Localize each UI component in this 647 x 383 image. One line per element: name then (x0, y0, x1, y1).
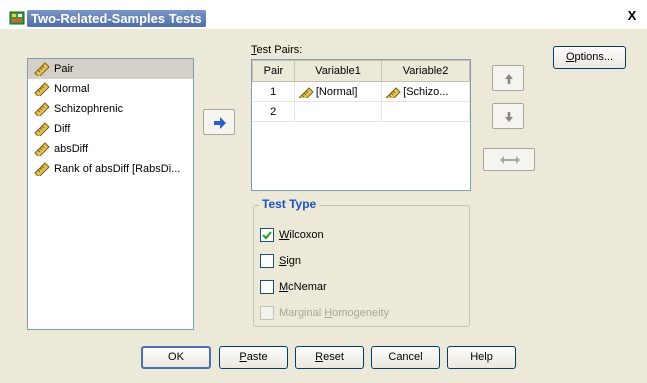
arrow-right-icon (214, 117, 226, 129)
pair-variable1-cell[interactable] (294, 101, 383, 122)
sign-label: Sign (279, 255, 302, 267)
cancel-button[interactable]: Cancel (371, 346, 440, 369)
swap-horizontal-icon (500, 156, 520, 164)
variable-label: Schizophrenic (54, 103, 124, 115)
variable-label: absDiff (54, 143, 89, 155)
options-button[interactable]: Options... (553, 46, 626, 69)
pair-variable1: [Normal] (315, 85, 358, 98)
ruler-scale-icon (298, 86, 314, 98)
wilcoxon-label: Wilcoxon (279, 229, 324, 241)
pair-row[interactable]: 2 (252, 101, 470, 122)
variable-list-item[interactable]: Rank of absDiff [RabsDi... (28, 159, 193, 179)
variable-list-item[interactable]: Pair (28, 59, 193, 79)
ruler-scale-icon (34, 62, 50, 76)
pair-variable2-cell[interactable] (381, 101, 470, 122)
variable-label: Rank of absDiff [RabsDi... (54, 163, 181, 175)
pair-number[interactable]: 1 (252, 81, 295, 102)
test-pairs-grid[interactable]: Pair Variable1 Variable2 1 [Normal] [Sch… (251, 59, 471, 191)
variable-label: Pair (54, 63, 74, 75)
arrow-down-icon (505, 112, 513, 122)
variable-list-item[interactable]: Normal (28, 79, 193, 99)
ruler-scale-icon (34, 142, 50, 156)
ok-button[interactable]: OK (141, 346, 211, 369)
spss-dialog-icon (9, 11, 25, 25)
arrow-up-icon (505, 74, 513, 84)
reset-button[interactable]: Reset (295, 346, 364, 369)
variable-list-item[interactable]: Schizophrenic (28, 99, 193, 119)
variable-list-item[interactable]: Diff (28, 119, 193, 139)
pair-variable2-cell[interactable]: [Schizo... (381, 81, 470, 102)
mcnemar-checkbox[interactable] (260, 280, 274, 294)
move-pair-up-button[interactable] (492, 65, 524, 91)
marginal-homogeneity-label: Marginal Homogeneity (279, 307, 390, 319)
test-type-title: Test Type (259, 197, 320, 211)
close-button[interactable]: X (625, 9, 639, 23)
paste-button[interactable]: Paste (219, 346, 288, 369)
wilcoxon-checkbox[interactable] (260, 228, 274, 242)
column-header-variable1[interactable]: Variable1 (293, 60, 383, 82)
pair-variable1-cell[interactable]: [Normal] (294, 81, 383, 102)
move-variables-button[interactable] (203, 109, 235, 135)
checkmark-icon (262, 231, 272, 240)
variable-label: Diff (54, 123, 71, 135)
ruler-scale-icon (34, 82, 50, 96)
column-header-variable2[interactable]: Variable2 (381, 60, 470, 82)
pair-row[interactable]: 1 [Normal] [Schizo... (252, 81, 470, 102)
move-pair-down-button[interactable] (492, 103, 524, 129)
help-button[interactable]: Help (447, 346, 516, 369)
ruler-scale-icon (34, 122, 50, 136)
variable-label: Normal (54, 83, 90, 95)
variable-list-item[interactable]: absDiff (28, 139, 193, 159)
pair-number[interactable]: 2 (252, 101, 295, 122)
test-pairs-label: Test Pairs: (251, 44, 303, 56)
pair-variable2: [Schizo... (403, 85, 449, 98)
two-related-samples-dialog: Two-Related-Samples Tests X Pair Normal Sc… (0, 0, 647, 383)
source-variable-list[interactable]: Pair Normal Schizophrenic Diff absDiff Rank o… (27, 58, 194, 330)
ruler-scale-icon (385, 86, 401, 98)
ruler-scale-icon (34, 162, 50, 176)
swap-pair-button[interactable] (483, 148, 535, 171)
sign-checkbox[interactable] (260, 254, 274, 268)
ruler-scale-icon (34, 102, 50, 116)
title-bar[interactable]: Two-Related-Samples Tests X (0, 6, 647, 29)
marginal-homogeneity-checkbox[interactable] (260, 306, 274, 320)
window-title: Two-Related-Samples Tests (27, 10, 206, 27)
column-header-pair[interactable]: Pair (252, 60, 295, 82)
mcnemar-label: McNemar (279, 281, 327, 293)
